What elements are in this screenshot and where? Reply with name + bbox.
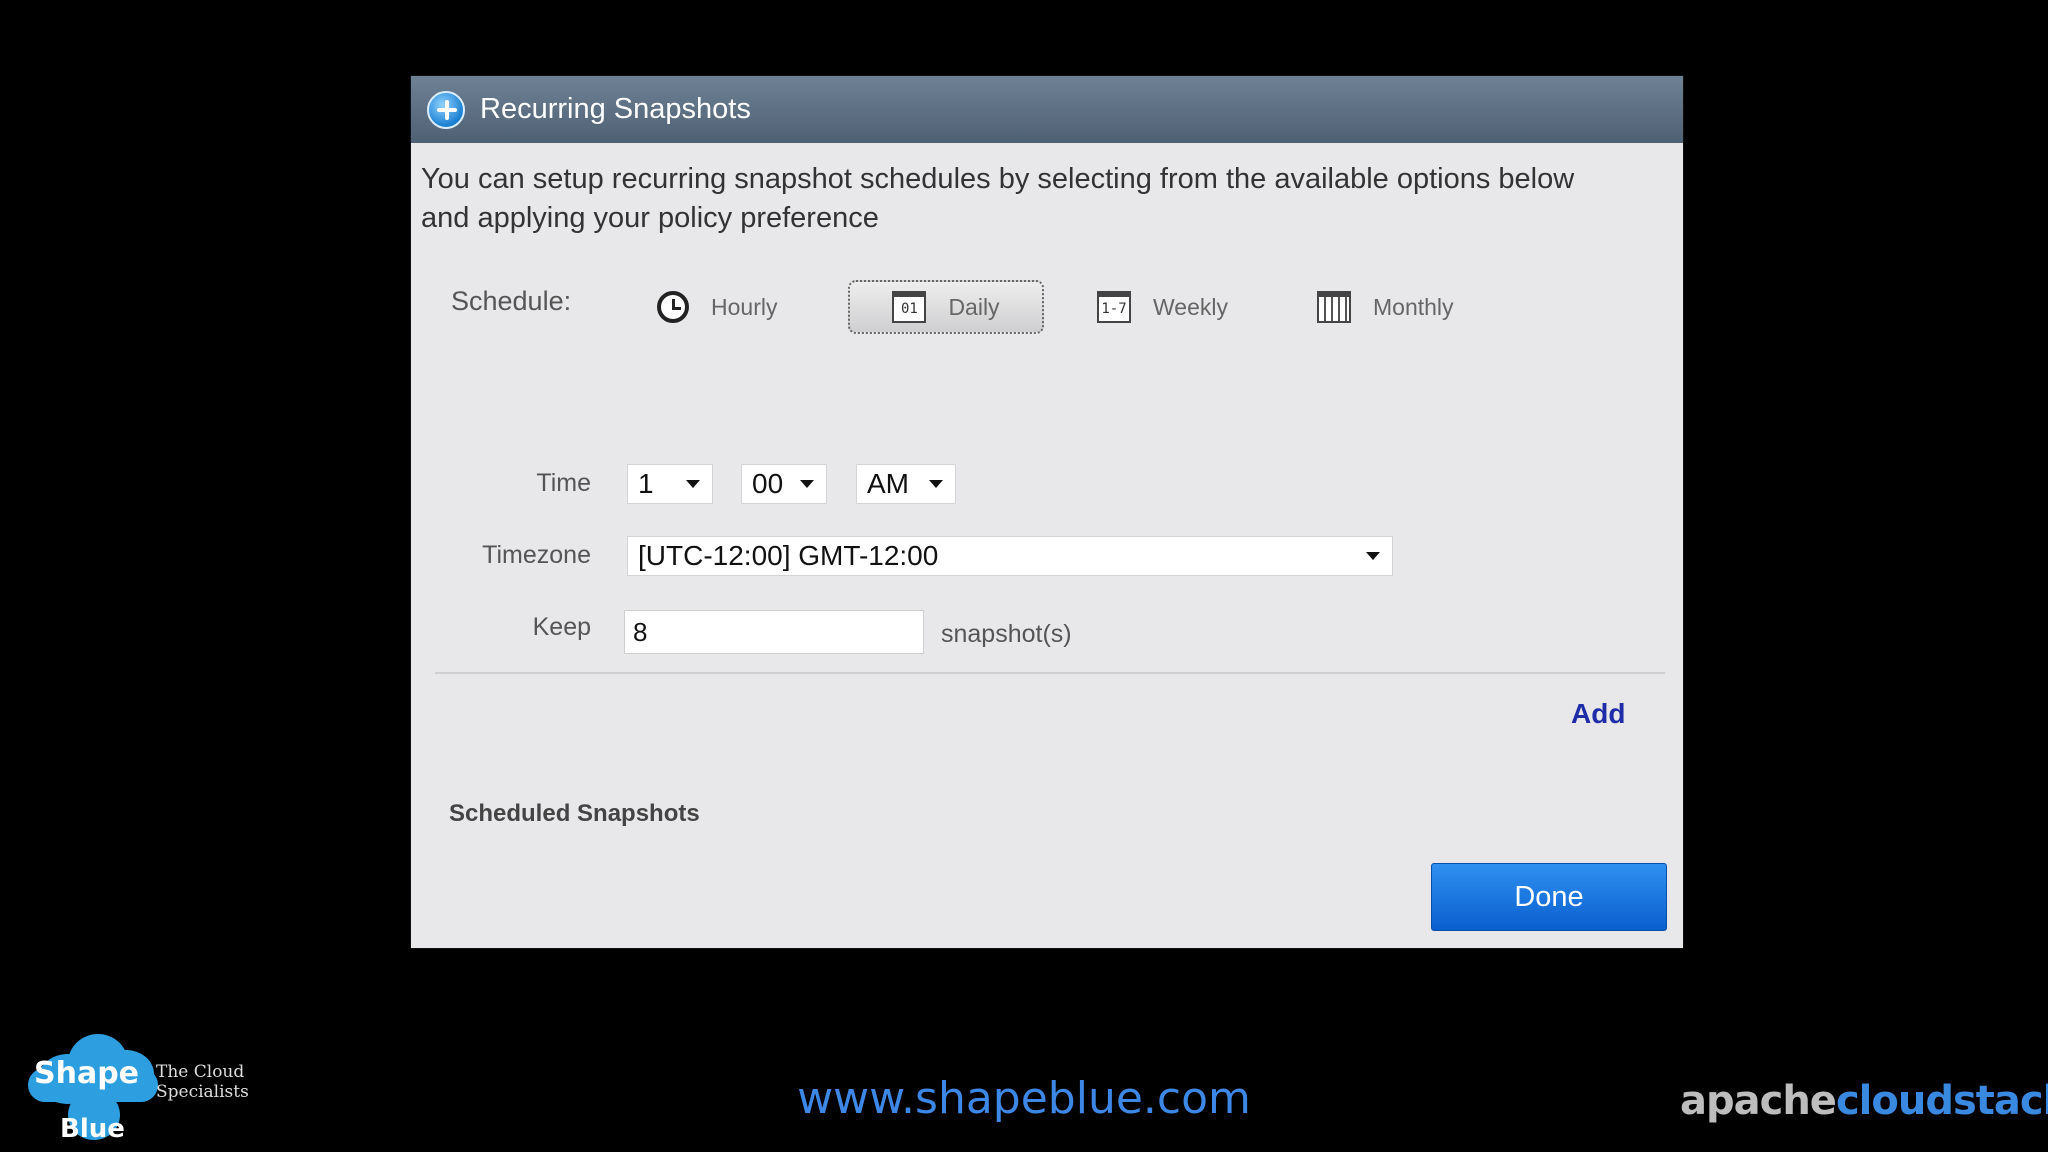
keep-suffix: snapshot(s) bbox=[941, 620, 1072, 648]
hour-select-value: 1 bbox=[638, 468, 654, 499]
schedule-option-daily[interactable]: 01 Daily bbox=[848, 280, 1044, 334]
chevron-down-icon bbox=[1366, 552, 1380, 560]
dialog-titlebar: Recurring Snapshots bbox=[411, 76, 1683, 143]
add-circle-icon bbox=[427, 90, 465, 129]
timezone-label: Timezone bbox=[482, 541, 591, 569]
time-label: Time bbox=[536, 469, 591, 497]
brand-apache: apache bbox=[1680, 1078, 1837, 1124]
schedule-label: Schedule: bbox=[451, 286, 572, 316]
meridiem-select-value: AM bbox=[867, 468, 909, 499]
keep-label: Keep bbox=[532, 613, 591, 641]
calendar-day-icon: 01 bbox=[892, 291, 927, 323]
chevron-down-icon bbox=[686, 480, 700, 488]
calendar-week-icon: 1-7 bbox=[1097, 291, 1131, 323]
calendar-month-icon bbox=[1317, 291, 1351, 323]
schedule-option-label: Weekly bbox=[1153, 293, 1228, 320]
clock-icon bbox=[657, 291, 689, 323]
schedule-option-label: Monthly bbox=[1373, 293, 1454, 320]
chevron-down-icon bbox=[800, 480, 814, 488]
hour-select[interactable]: 1 bbox=[627, 464, 713, 504]
scheduled-snapshots-heading: Scheduled Snapshots bbox=[449, 800, 700, 827]
apache-cloudstack-logo: apachecloudstack™ bbox=[1680, 1078, 2048, 1124]
brand-cloudstack: cloudstack bbox=[1835, 1078, 2048, 1124]
schedule-option-weekly[interactable]: 1-7 Weekly bbox=[1097, 280, 1228, 334]
done-button[interactable]: Done bbox=[1431, 863, 1667, 931]
minute-select[interactable]: 00 bbox=[741, 464, 827, 504]
dialog-description: You can setup recurring snapshot schedul… bbox=[421, 163, 1575, 234]
timezone-select-value: [UTC-12:00] GMT-12:00 bbox=[638, 540, 939, 571]
chevron-down-icon bbox=[929, 480, 943, 488]
add-button[interactable]: Add bbox=[1571, 698, 1625, 730]
schedule-option-label: Daily bbox=[948, 293, 1000, 320]
meridiem-select[interactable]: AM bbox=[856, 464, 956, 504]
recurring-snapshots-dialog: Recurring Snapshots You can setup recurr… bbox=[411, 76, 1683, 948]
schedule-option-monthly[interactable]: Monthly bbox=[1317, 280, 1454, 334]
dialog-title: Recurring Snapshots bbox=[480, 93, 751, 125]
schedule-option-label: Hourly bbox=[711, 293, 778, 320]
timezone-select[interactable]: [UTC-12:00] GMT-12:00 bbox=[627, 536, 1393, 576]
minute-select-value: 00 bbox=[752, 468, 784, 499]
divider bbox=[435, 672, 1665, 674]
keep-input[interactable] bbox=[624, 610, 924, 654]
schedule-option-hourly[interactable]: Hourly bbox=[657, 280, 777, 334]
